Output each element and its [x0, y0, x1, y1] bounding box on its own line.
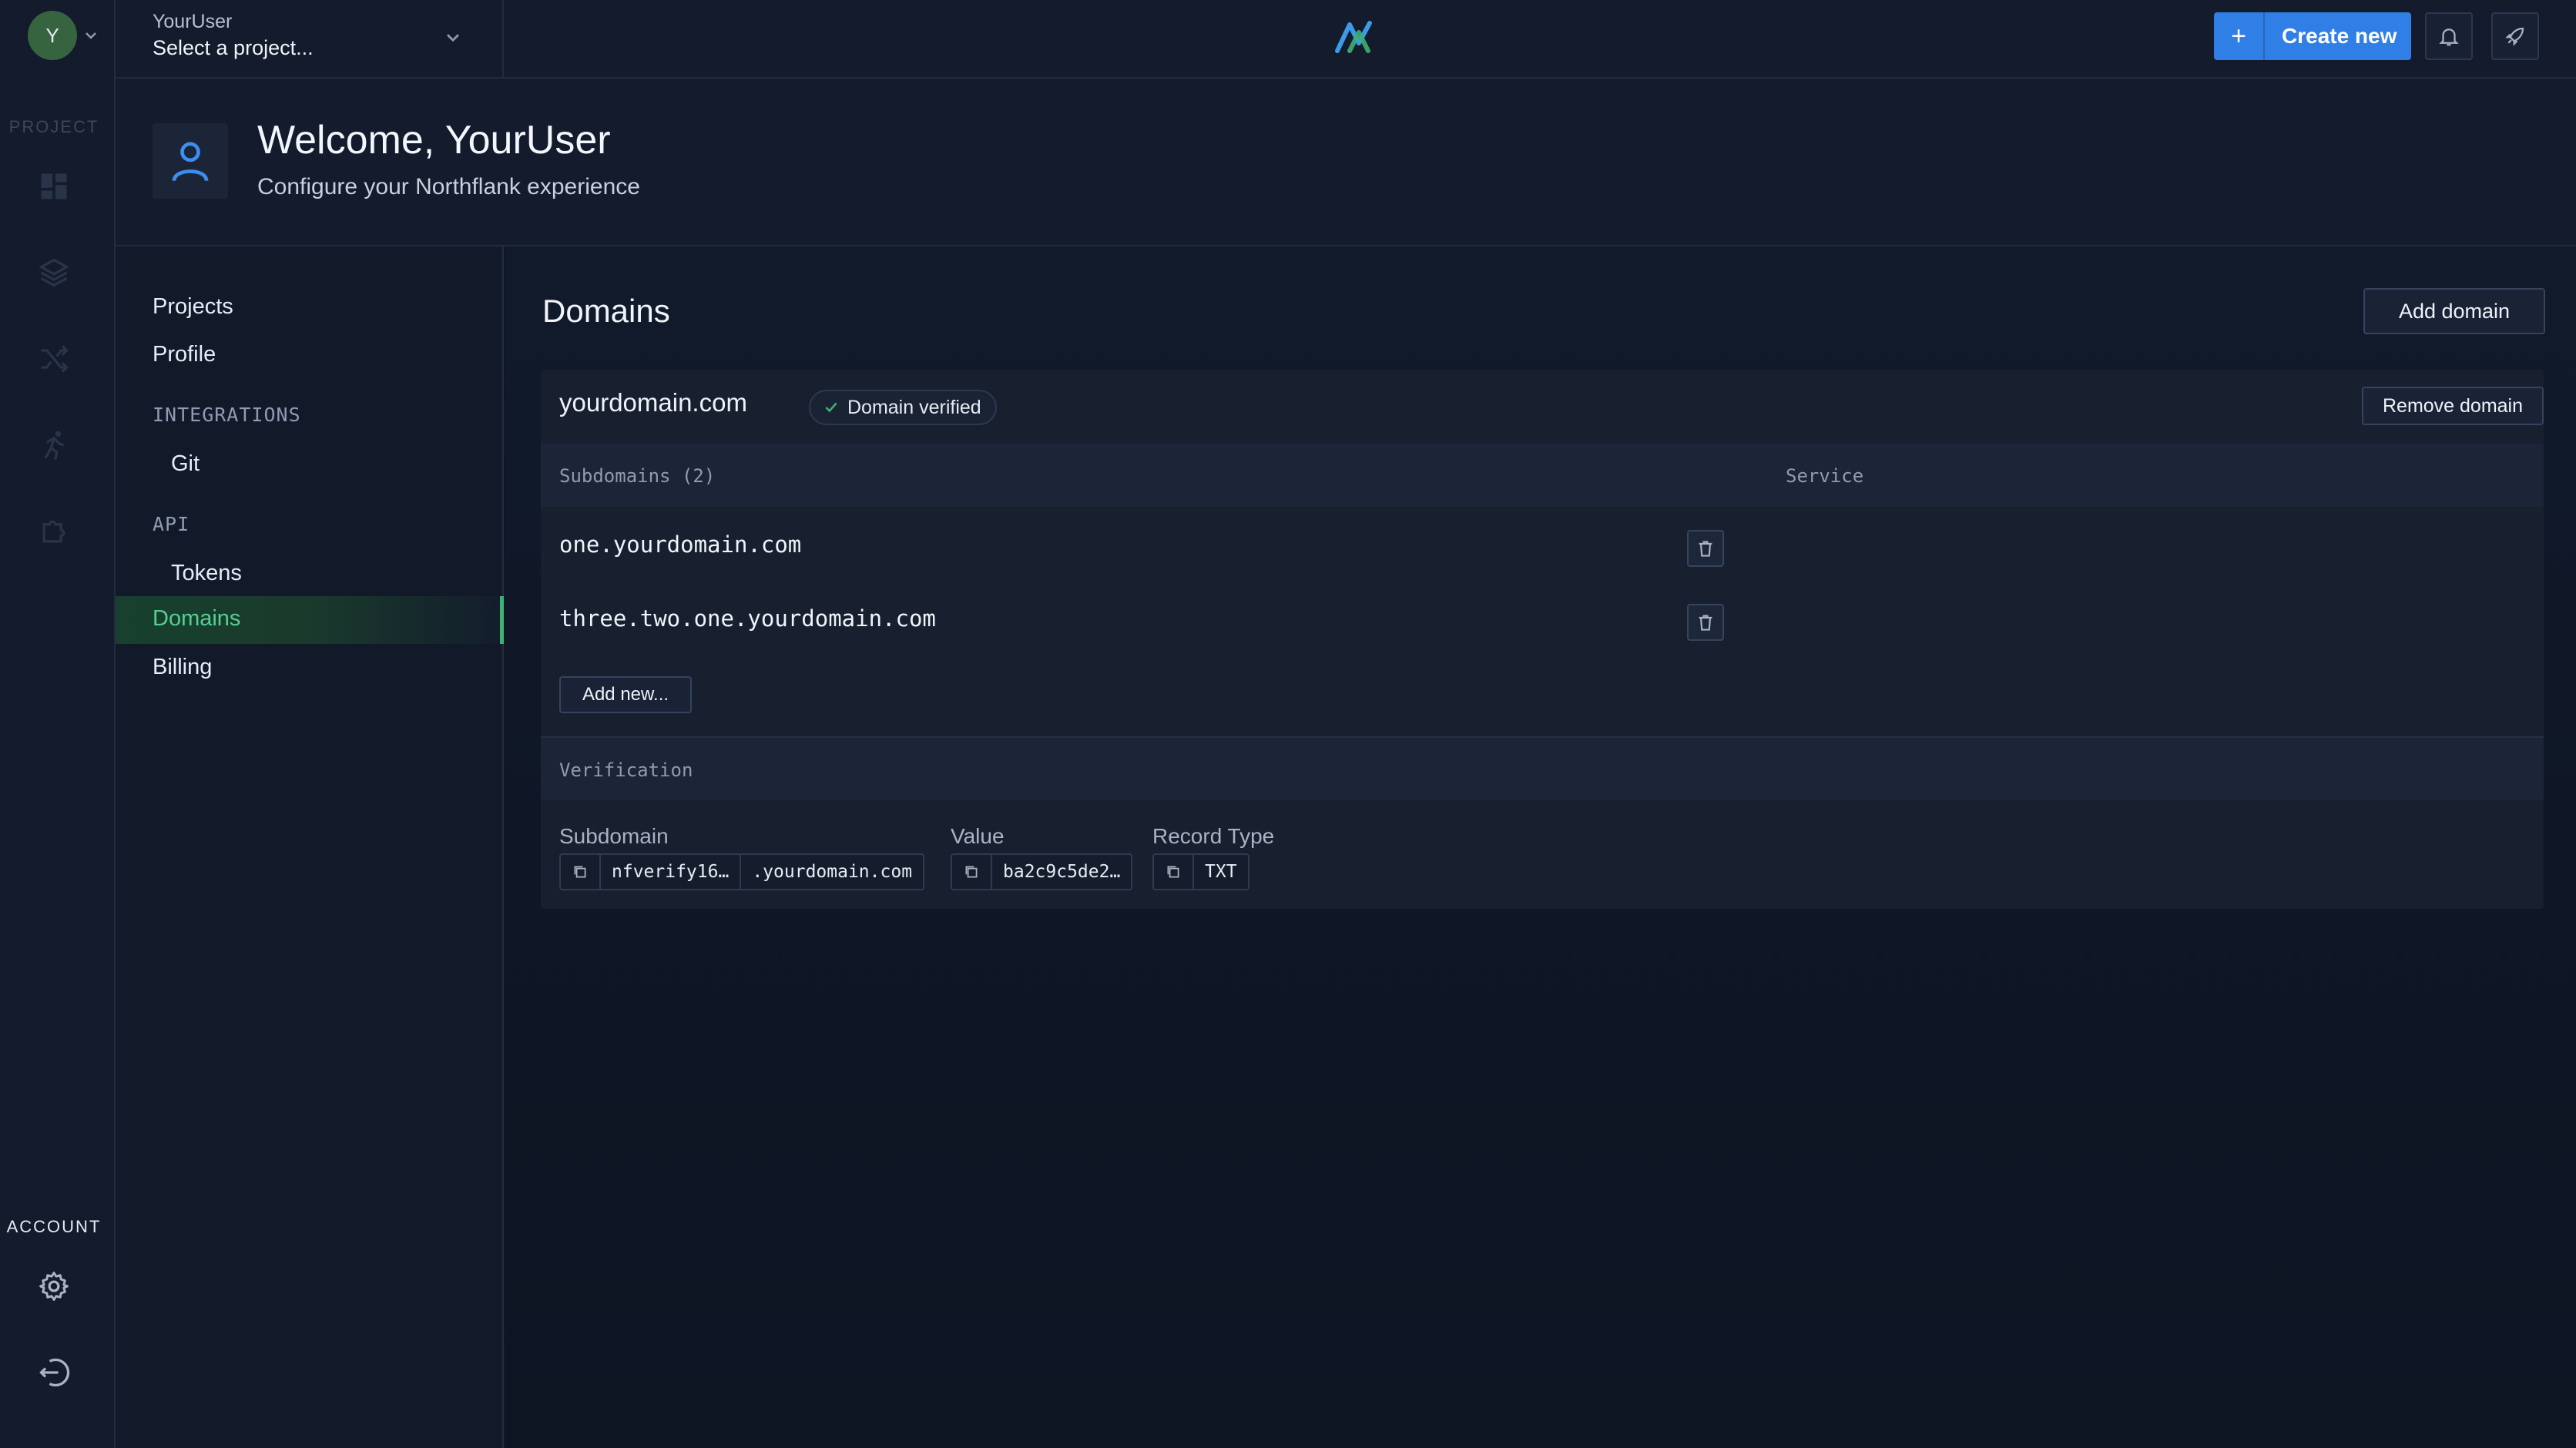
verification-subdomain-value: nfverify16… [612, 862, 730, 882]
dashboard-icon[interactable] [34, 166, 74, 206]
trash-icon [1699, 541, 1712, 557]
subdomain-label: Subdomain [559, 824, 669, 848]
rail-account-label: ACCOUNT [6, 1217, 102, 1236]
verification-header: Verification [541, 736, 2544, 799]
delete-subdomain-button[interactable] [1687, 530, 1724, 567]
launch-button[interactable] [2491, 12, 2539, 60]
trash-icon [1699, 615, 1712, 631]
nav-group-integrations: INTEGRATIONS [153, 404, 301, 426]
subdomain-name: three.two.one.yourdomain.com [559, 605, 936, 632]
shuffle-icon[interactable] [34, 339, 74, 379]
copy-icon [965, 866, 978, 878]
nav-item-billing[interactable]: Billing [153, 655, 212, 680]
verification-value-field: ba2c9c5de2… [951, 853, 1133, 890]
run-icon[interactable] [34, 425, 74, 465]
welcome-header: Welcome, YourUser Configure your Northfl… [116, 79, 2576, 246]
create-new-button[interactable]: + Create new [2214, 12, 2411, 60]
nav-item-profile[interactable]: Profile [153, 342, 216, 367]
logout-icon[interactable] [34, 1352, 74, 1393]
bell-icon [2439, 28, 2459, 46]
service-column-header: Service [1786, 465, 1864, 487]
project-selector[interactable]: YourUser Select a project... [116, 0, 504, 77]
nav-group-api: API [153, 513, 190, 535]
copy-subdomain-button[interactable] [561, 855, 601, 889]
domain-card: yourdomain.com Domain verified Remove do… [541, 370, 2544, 909]
copy-icon [1167, 866, 1179, 878]
check-icon [825, 402, 837, 413]
user-icon [153, 123, 228, 199]
status-badge: Domain verified [809, 390, 997, 425]
puzzle-icon[interactable] [34, 511, 74, 551]
nav-item-git[interactable]: Git [171, 451, 200, 477]
status-badge-label: Domain verified [847, 396, 981, 418]
copy-value-button[interactable] [952, 855, 992, 889]
page-subtitle: Configure your Northflank experience [257, 174, 640, 199]
section-title: Domains [542, 293, 670, 329]
rail-project-label: PROJECT [8, 117, 99, 136]
gear-icon[interactable] [34, 1266, 74, 1306]
verification-subdomain-suffix: .yourdomain.com [740, 855, 923, 889]
verification-subdomain-field: nfverify16… .yourdomain.com [559, 853, 925, 890]
subdomain-name: one.yourdomain.com [559, 531, 802, 558]
nav-item-domains-label: Domains [153, 606, 241, 631]
copy-record-type-button[interactable] [1154, 855, 1194, 889]
plus-icon: + [2214, 12, 2265, 60]
delete-subdomain-button[interactable] [1687, 604, 1724, 641]
layers-icon[interactable] [34, 253, 74, 293]
record-type-value: TXT [1205, 862, 1237, 882]
avatar[interactable]: Y [28, 11, 77, 60]
chevron-down-icon [86, 32, 96, 39]
add-subdomain-button[interactable]: Add new... [559, 676, 692, 713]
top-bar: YourUser Select a project... + Create ne… [116, 0, 2576, 79]
northflank-logo-icon[interactable] [1333, 17, 1377, 57]
record-type-field: TXT [1152, 853, 1249, 890]
remove-domain-button[interactable]: Remove domain [2362, 387, 2544, 425]
rocket-icon [2505, 27, 2524, 46]
table-row: three.two.one.yourdomain.com [541, 581, 2544, 655]
copy-icon [574, 866, 586, 878]
value-label: Value [951, 824, 1005, 848]
nav-item-domains[interactable]: Domains [116, 596, 504, 644]
add-domain-button[interactable]: Add domain [2363, 288, 2545, 334]
main-content: Domains Add domain yourdomain.com Domain… [505, 246, 2576, 1448]
account-switcher[interactable]: Y [28, 11, 99, 60]
verification-label: Verification [559, 759, 693, 781]
page-title: Welcome, YourUser [257, 118, 611, 163]
notifications-button[interactable] [2425, 12, 2473, 60]
table-row: one.yourdomain.com [541, 507, 2544, 581]
domain-name: yourdomain.com [559, 388, 747, 417]
nav-item-projects[interactable]: Projects [153, 294, 233, 320]
domain-card-header: yourdomain.com Domain verified Remove do… [541, 370, 2544, 444]
record-type-label: Record Type [1152, 824, 1275, 848]
subdomains-column-header: Subdomains (2) [559, 465, 716, 487]
verification-value: ba2c9c5de2… [1003, 862, 1121, 882]
left-rail: Y PROJECT ACCOUNT [0, 0, 116, 1448]
chevron-down-icon [447, 34, 459, 42]
settings-sidebar: Projects Profile INTEGRATIONS Git API To… [116, 246, 504, 1448]
nav-item-tokens[interactable]: Tokens [171, 561, 242, 586]
subdomains-table-header: Subdomains (2) Service [541, 444, 2544, 507]
create-new-label: Create new [2282, 24, 2397, 48]
